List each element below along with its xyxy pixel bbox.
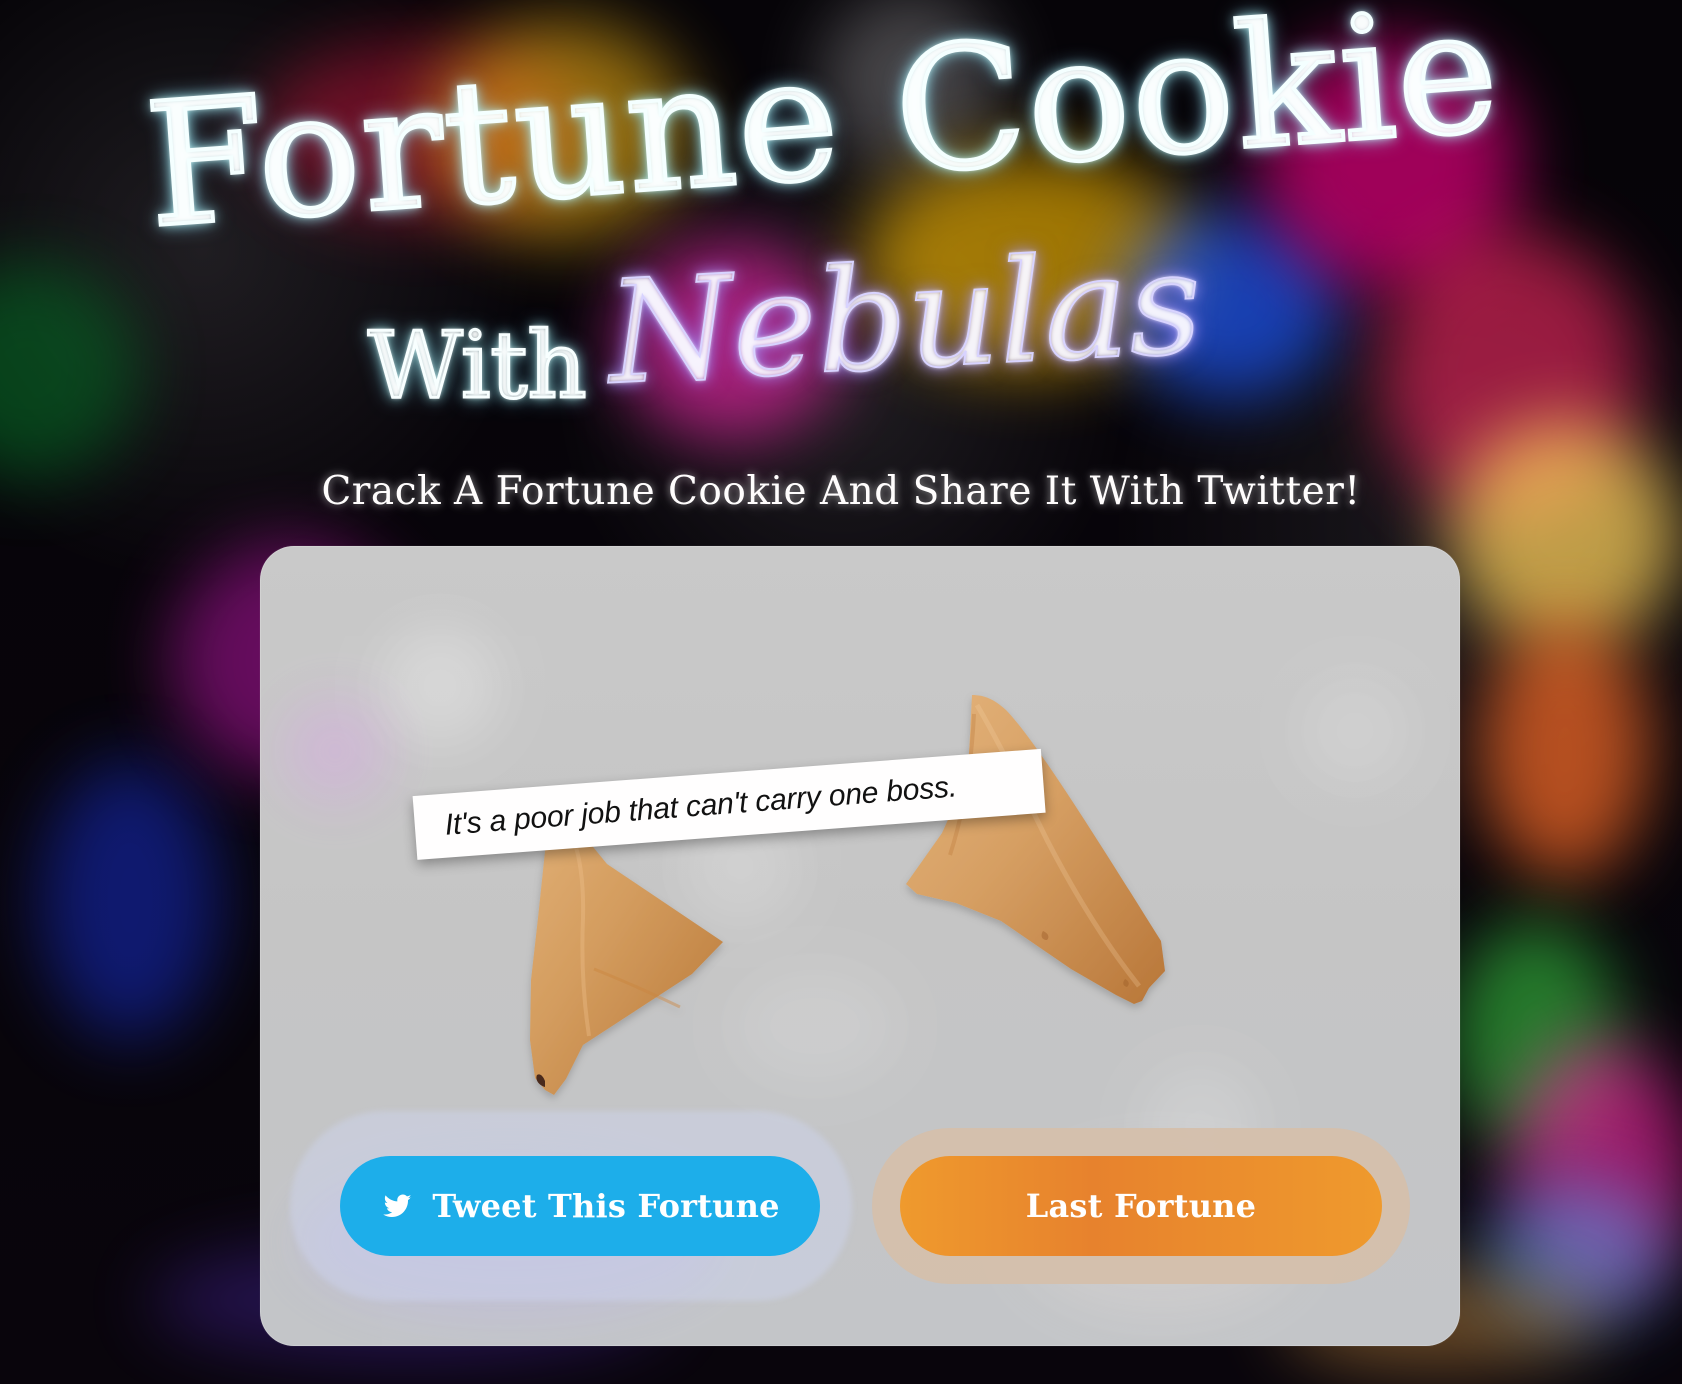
background-orb <box>40 760 220 1040</box>
main-title: Fortune Cookie <box>138 0 1508 268</box>
tweet-fortune-label: Tweet This Fortune <box>432 1187 780 1225</box>
fortune-card: It's a poor job that can't carry one bos… <box>260 546 1460 1346</box>
page-subtitle: Crack A Fortune Cookie And Share It With… <box>321 469 1361 514</box>
last-fortune-button[interactable]: Last Fortune <box>900 1156 1382 1256</box>
action-buttons: Tweet This Fortune Last Fortune <box>260 546 1460 1346</box>
title-with-word: With <box>367 312 589 419</box>
title-nebulas-word: Nebulas <box>603 220 1206 418</box>
twitter-bird-icon <box>380 1189 414 1223</box>
last-fortune-label: Last Fortune <box>1025 1187 1257 1225</box>
fortune-cookie-page: Fortune Cookie With Nebulas Crack A Fort… <box>0 0 1682 1384</box>
tweet-fortune-button[interactable]: Tweet This Fortune <box>340 1156 820 1256</box>
hero-title-group: Fortune Cookie With Nebulas Crack A Fort… <box>0 0 1682 540</box>
background-orb <box>1480 620 1650 880</box>
